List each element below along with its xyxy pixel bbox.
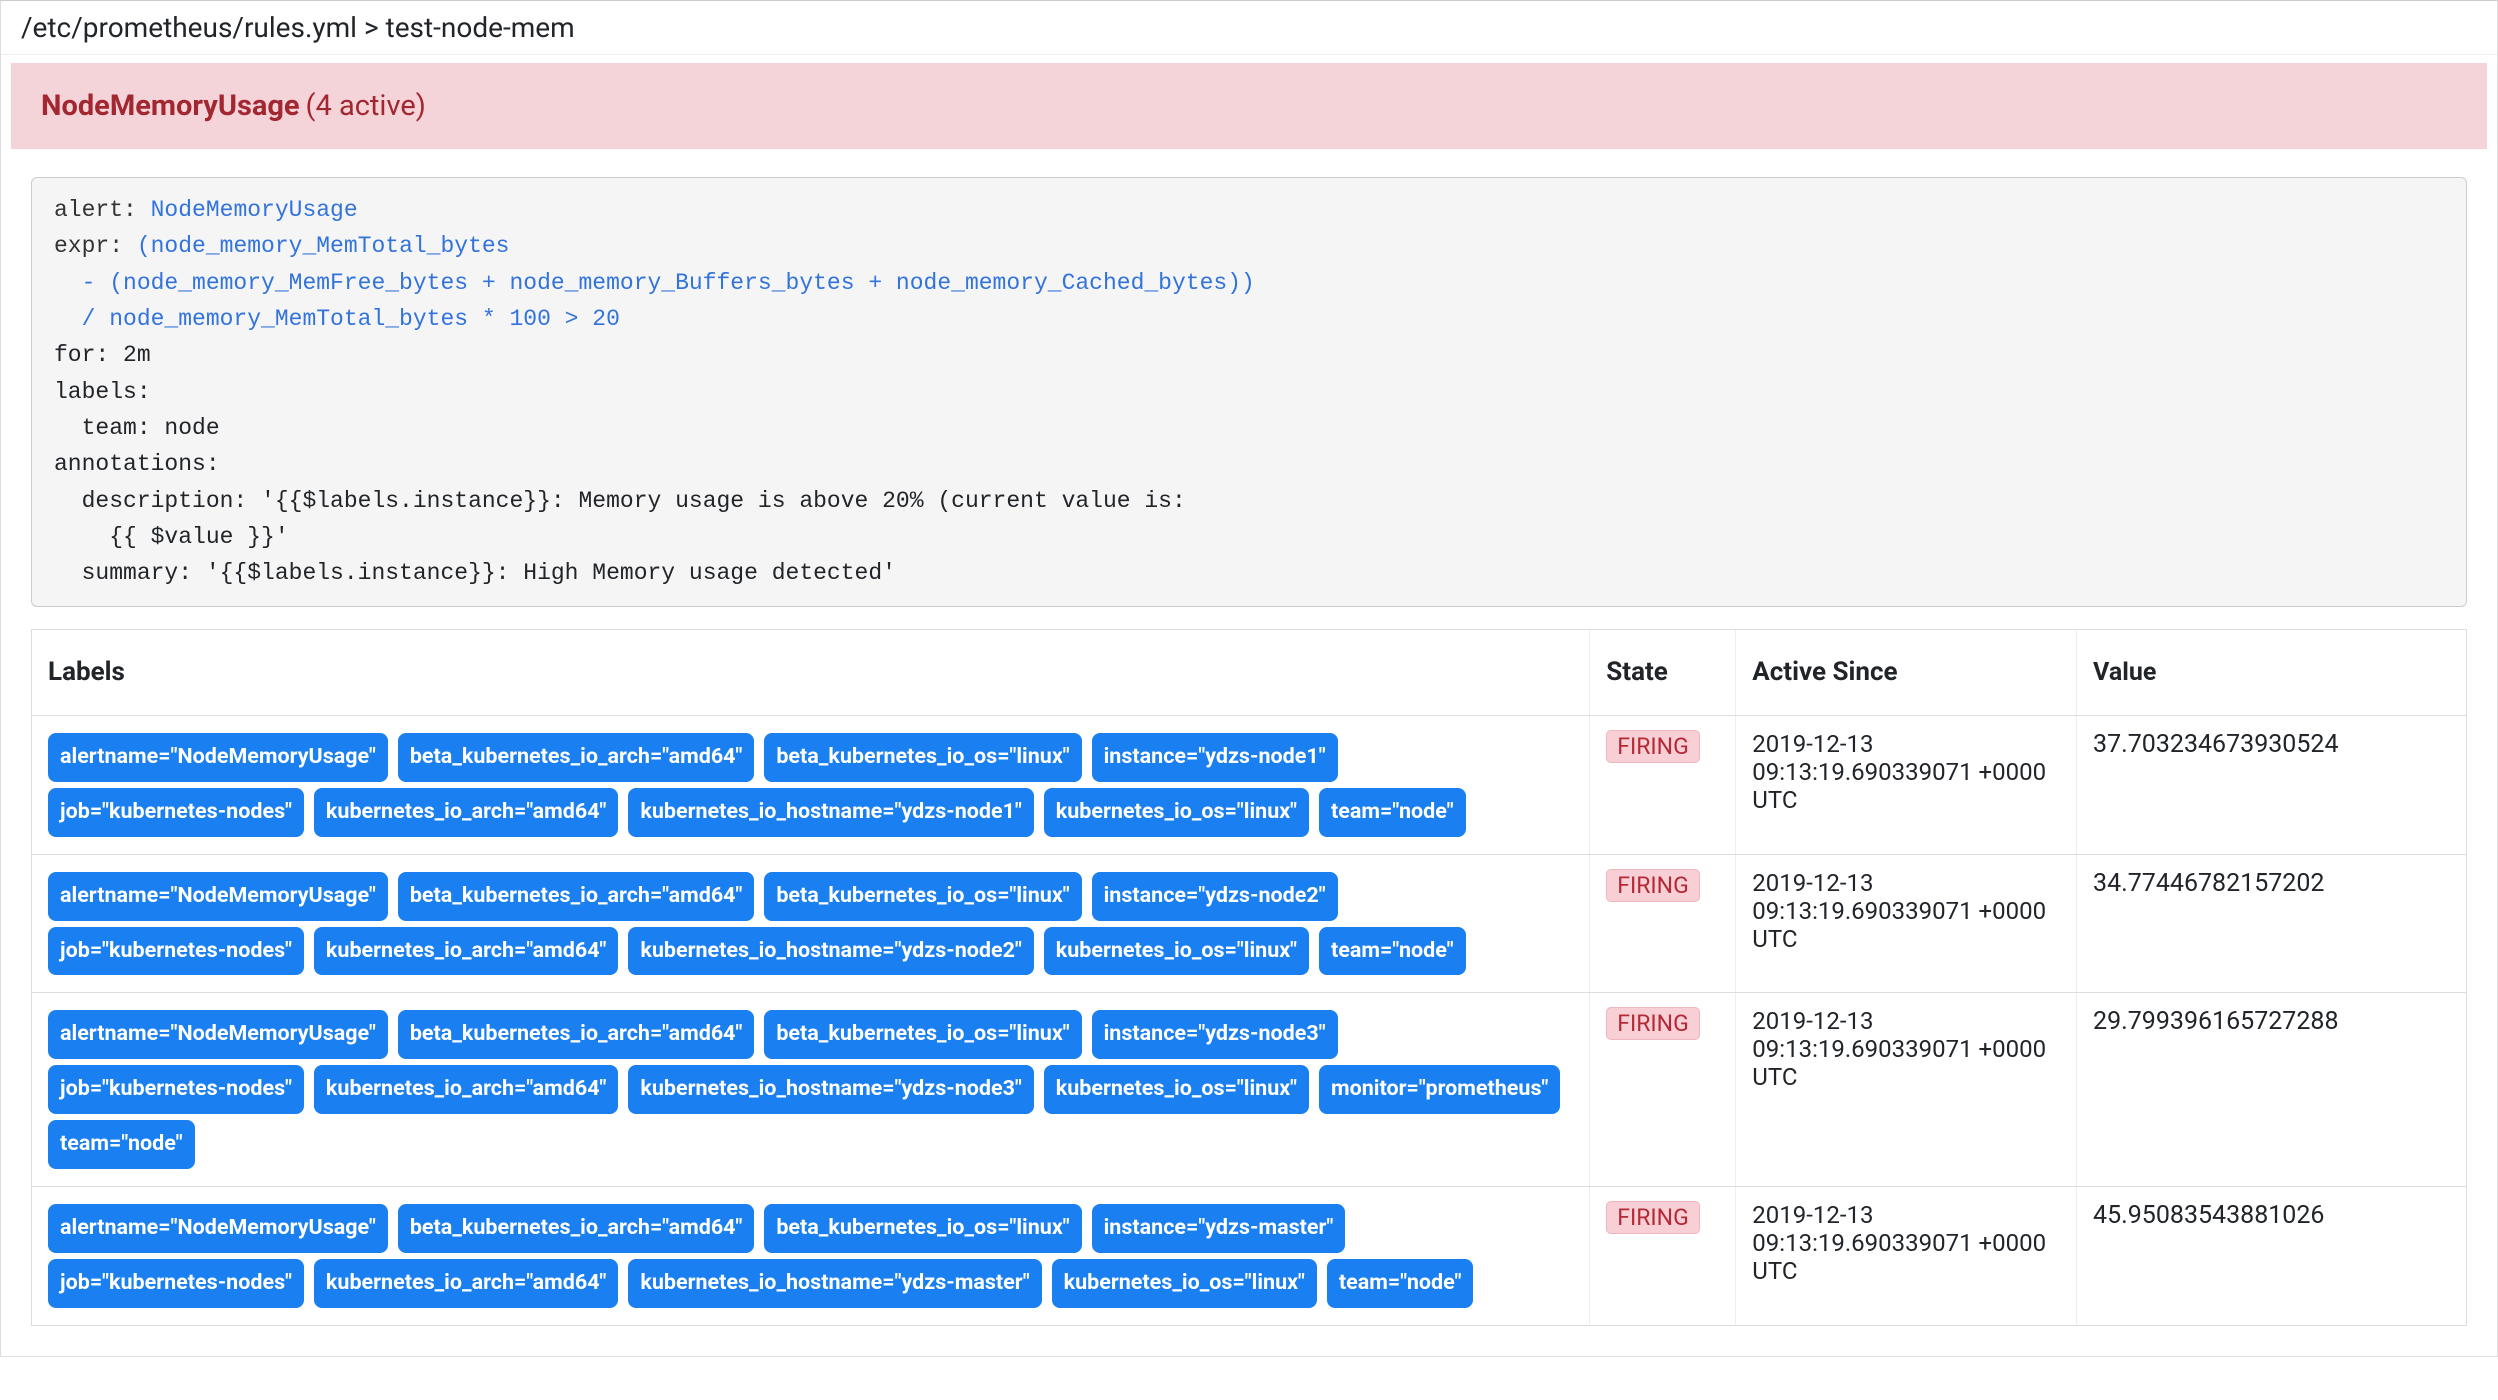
label-pill[interactable]: kubernetes_io_hostname="ydzs-node2" xyxy=(628,927,1033,976)
label-pill[interactable]: beta_kubernetes_io_os="linux" xyxy=(764,733,1081,782)
value-cell: 29.799396165727288 xyxy=(2077,993,2466,1187)
breadcrumb: /etc/prometheus/rules.yml > test-node-me… xyxy=(1,1,2497,55)
rule-annotations-key: annotations: xyxy=(54,451,220,477)
active-since-cell: 2019-12-13 09:13:19.690339071 +0000 UTC xyxy=(1736,716,2077,855)
label-pill[interactable]: job="kubernetes-nodes" xyxy=(48,788,304,837)
label-pill[interactable]: kubernetes_io_os="linux" xyxy=(1044,1065,1309,1114)
label-pill[interactable]: beta_kubernetes_io_os="linux" xyxy=(764,1010,1081,1059)
table-row: alertname="NodeMemoryUsage" beta_kuberne… xyxy=(32,854,2466,993)
value-cell: 45.95083543881026 xyxy=(2077,1186,2466,1324)
col-since: Active Since xyxy=(1736,630,2077,716)
alert-active-count: (4 active) xyxy=(306,89,426,123)
label-pill[interactable]: kubernetes_io_arch="amd64" xyxy=(314,788,618,837)
label-pill[interactable]: team="node" xyxy=(1319,927,1466,976)
rule-alert-name[interactable]: NodeMemoryUsage xyxy=(151,197,358,223)
label-pill[interactable]: kubernetes_io_os="linux" xyxy=(1052,1259,1317,1308)
label-pill[interactable]: instance="ydzs-node3" xyxy=(1092,1010,1338,1059)
label-pill[interactable]: beta_kubernetes_io_arch="amd64" xyxy=(398,1204,755,1253)
label-pill[interactable]: job="kubernetes-nodes" xyxy=(48,927,304,976)
alert-name: NodeMemoryUsage xyxy=(41,89,300,123)
table-row: alertname="NodeMemoryUsage" beta_kuberne… xyxy=(32,993,2466,1187)
col-labels: Labels xyxy=(32,630,1590,716)
state-cell: FIRING xyxy=(1590,1186,1736,1324)
table-header-row: Labels State Active Since Value xyxy=(32,630,2466,716)
label-pill[interactable]: instance="ydzs-node2" xyxy=(1092,872,1338,921)
col-state: State xyxy=(1590,630,1736,716)
labels-cell: alertname="NodeMemoryUsage" beta_kuberne… xyxy=(32,993,1590,1187)
label-pill[interactable]: beta_kubernetes_io_arch="amd64" xyxy=(398,1010,755,1059)
label-pill[interactable]: beta_kubernetes_io_os="linux" xyxy=(764,872,1081,921)
label-pill[interactable]: alertname="NodeMemoryUsage" xyxy=(48,872,388,921)
label-pill[interactable]: kubernetes_io_os="linux" xyxy=(1044,927,1309,976)
alerts-table-wrap: Labels State Active Since Value alertnam… xyxy=(31,629,2467,1326)
state-cell: FIRING xyxy=(1590,854,1736,993)
rule-expr-l1[interactable]: (node_memory_MemTotal_bytes xyxy=(137,233,510,259)
label-pill[interactable]: team="node" xyxy=(1319,788,1466,837)
label-pill[interactable]: alertname="NodeMemoryUsage" xyxy=(48,733,388,782)
labels-cell: alertname="NodeMemoryUsage" beta_kuberne… xyxy=(32,1186,1590,1324)
label-pill[interactable]: instance="ydzs-node1" xyxy=(1092,733,1338,782)
label-pill[interactable]: beta_kubernetes_io_os="linux" xyxy=(764,1204,1081,1253)
label-pill[interactable]: alertname="NodeMemoryUsage" xyxy=(48,1010,388,1059)
rule-ann-summary: summary: '{{$labels.instance}}: High Mem… xyxy=(54,560,896,586)
alerts-table: Labels State Active Since Value alertnam… xyxy=(32,630,2466,1325)
firing-badge: FIRING xyxy=(1606,869,1699,902)
labels-cell: alertname="NodeMemoryUsage" beta_kuberne… xyxy=(32,854,1590,993)
table-row: alertname="NodeMemoryUsage" beta_kuberne… xyxy=(32,716,2466,855)
label-pill[interactable]: kubernetes_io_hostname="ydzs-node1" xyxy=(628,788,1033,837)
alerts-panel: /etc/prometheus/rules.yml > test-node-me… xyxy=(0,0,2498,1357)
rule-expr-key: expr: xyxy=(54,233,137,259)
rule-labels-team: team: node xyxy=(54,415,220,441)
rule-ann-desc-1: description: '{{$labels.instance}}: Memo… xyxy=(54,488,1186,514)
label-pill[interactable]: kubernetes_io_hostname="ydzs-node3" xyxy=(628,1065,1033,1114)
state-cell: FIRING xyxy=(1590,716,1736,855)
label-pill[interactable]: kubernetes_io_arch="amd64" xyxy=(314,1259,618,1308)
labels-cell: alertname="NodeMemoryUsage" beta_kuberne… xyxy=(32,716,1590,855)
breadcrumb-path[interactable]: /etc/prometheus/rules.yml xyxy=(21,11,357,44)
rule-expr-l2[interactable]: - (node_memory_MemFree_bytes + node_memo… xyxy=(54,270,1255,296)
label-pill[interactable]: kubernetes_io_arch="amd64" xyxy=(314,1065,618,1114)
state-cell: FIRING xyxy=(1590,993,1736,1187)
value-cell: 34.77446782157202 xyxy=(2077,854,2466,993)
alert-header[interactable]: NodeMemoryUsage (4 active) xyxy=(11,63,2487,149)
active-since-cell: 2019-12-13 09:13:19.690339071 +0000 UTC xyxy=(1736,854,2077,993)
breadcrumb-group[interactable]: test-node-mem xyxy=(386,11,575,44)
label-pill[interactable]: team="node" xyxy=(1327,1259,1474,1308)
label-pill[interactable]: kubernetes_io_hostname="ydzs-master" xyxy=(628,1259,1041,1308)
firing-badge: FIRING xyxy=(1606,1201,1699,1234)
firing-badge: FIRING xyxy=(1606,1007,1699,1040)
active-since-cell: 2019-12-13 09:13:19.690339071 +0000 UTC xyxy=(1736,1186,2077,1324)
label-pill[interactable]: job="kubernetes-nodes" xyxy=(48,1065,304,1114)
label-pill[interactable]: kubernetes_io_arch="amd64" xyxy=(314,927,618,976)
rule-expr-l3[interactable]: / node_memory_MemTotal_bytes * 100 > 20 xyxy=(54,306,620,332)
label-pill[interactable]: beta_kubernetes_io_arch="amd64" xyxy=(398,872,755,921)
breadcrumb-sep: > xyxy=(364,11,379,44)
rule-for: for: 2m xyxy=(54,342,151,368)
rule-alert-key: alert: xyxy=(54,197,151,223)
value-cell: 37.703234673930524 xyxy=(2077,716,2466,855)
label-pill[interactable]: monitor="prometheus" xyxy=(1319,1065,1560,1114)
table-row: alertname="NodeMemoryUsage" beta_kuberne… xyxy=(32,1186,2466,1324)
label-pill[interactable]: kubernetes_io_os="linux" xyxy=(1044,788,1309,837)
active-since-cell: 2019-12-13 09:13:19.690339071 +0000 UTC xyxy=(1736,993,2077,1187)
label-pill[interactable]: beta_kubernetes_io_arch="amd64" xyxy=(398,733,755,782)
firing-badge: FIRING xyxy=(1606,730,1699,763)
rule-ann-desc-2: {{ $value }}' xyxy=(54,524,289,550)
rule-definition: alert: NodeMemoryUsage expr: (node_memor… xyxy=(31,177,2467,607)
col-value: Value xyxy=(2077,630,2466,716)
label-pill[interactable]: instance="ydzs-master" xyxy=(1092,1204,1346,1253)
label-pill[interactable]: job="kubernetes-nodes" xyxy=(48,1259,304,1308)
label-pill[interactable]: team="node" xyxy=(48,1120,195,1169)
rule-labels-key: labels: xyxy=(54,379,151,405)
label-pill[interactable]: alertname="NodeMemoryUsage" xyxy=(48,1204,388,1253)
